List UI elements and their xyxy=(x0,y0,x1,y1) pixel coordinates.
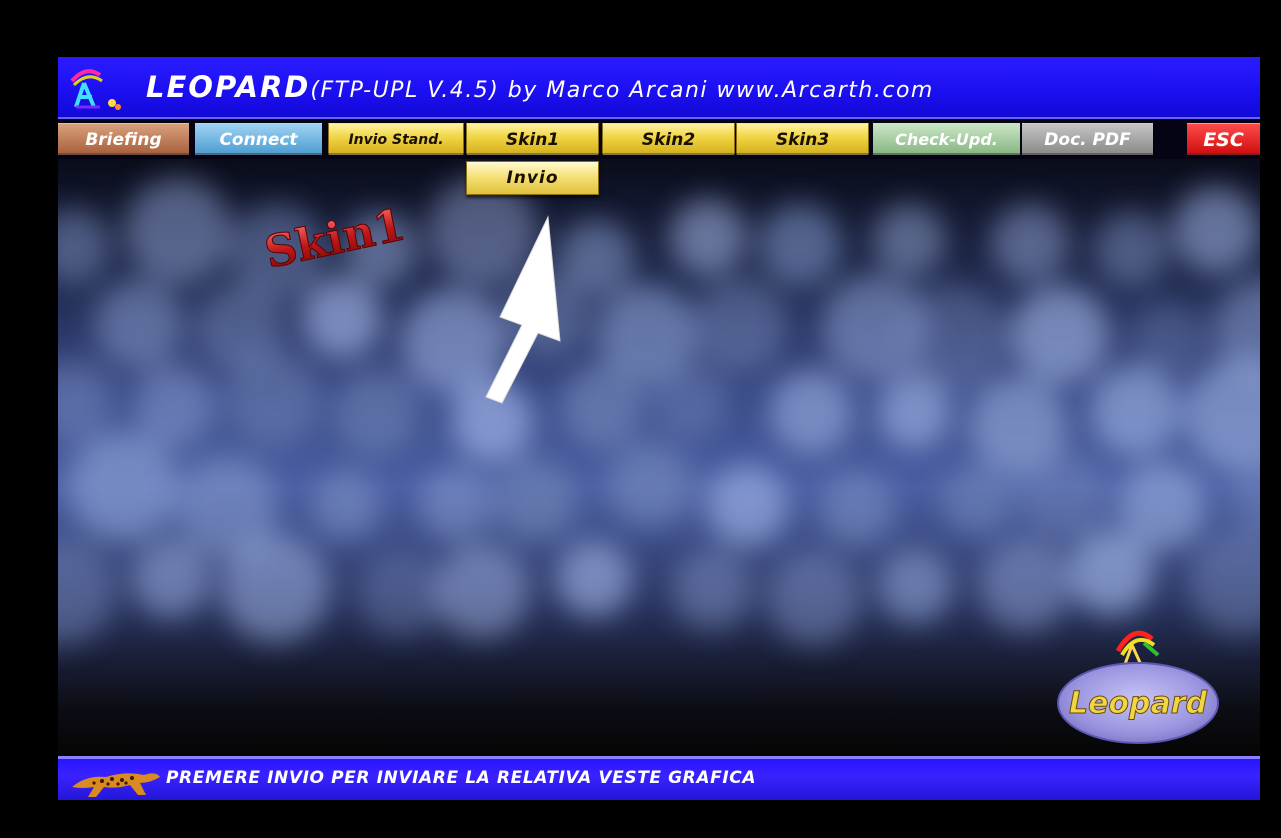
bokeh-circle xyxy=(693,278,787,372)
bokeh-circle xyxy=(1069,531,1153,615)
skin1-dropdown-invio[interactable]: Invio xyxy=(466,161,599,195)
main-canvas: Skin1 Leopard xyxy=(58,159,1260,756)
bokeh-circle xyxy=(132,540,210,618)
bokeh-circle xyxy=(225,351,321,447)
leopard-badge-logo: Leopard xyxy=(1057,630,1219,744)
bokeh-circle xyxy=(991,204,1069,282)
skin3-button[interactable]: Skin3 xyxy=(736,123,869,155)
title-bar: LEOPARD(FTP-UPL V.4.5) by Marco Arcani w… xyxy=(58,57,1260,119)
esc-button[interactable]: ESC xyxy=(1187,123,1260,155)
bokeh-circle xyxy=(556,541,632,617)
bokeh-circle xyxy=(58,538,115,644)
bokeh-circle xyxy=(418,467,492,541)
bokeh-circle xyxy=(333,370,419,456)
bokeh-circle xyxy=(560,365,644,449)
bokeh-circle xyxy=(1011,286,1109,384)
bokeh-circle xyxy=(1018,451,1108,541)
bokeh-circle xyxy=(58,209,110,283)
skin-title-label: Skin1 xyxy=(260,199,408,269)
skin1-button[interactable]: Skin1 xyxy=(466,123,599,155)
bokeh-circle xyxy=(607,442,693,528)
bokeh-circle xyxy=(769,370,853,454)
bokeh-circle xyxy=(58,361,113,441)
leopard-logo-icon xyxy=(70,69,121,110)
skin2-button[interactable]: Skin2 xyxy=(602,123,735,155)
bokeh-circle xyxy=(877,375,951,449)
bokeh-circle xyxy=(1129,301,1205,377)
running-leopard-icon xyxy=(72,773,160,797)
bokeh-circle xyxy=(311,471,381,541)
bokeh-circle xyxy=(1094,212,1168,286)
bokeh-circle xyxy=(133,365,215,447)
connect-button[interactable]: Connect xyxy=(195,123,322,155)
bokeh-circle xyxy=(706,465,788,547)
doc-pdf-button[interactable]: Doc. PDF xyxy=(1022,123,1153,155)
bokeh-circle xyxy=(759,204,841,286)
bokeh-circle xyxy=(1090,366,1180,456)
bokeh-circle xyxy=(221,534,329,642)
bokeh-circle xyxy=(435,544,529,638)
bokeh-circle xyxy=(652,363,728,439)
bokeh-circle xyxy=(358,550,444,636)
bokeh-circle xyxy=(941,465,1013,537)
status-bar: PREMERE INVIO PER INVIARE LA RELATIVA VE… xyxy=(58,756,1260,800)
status-message: PREMERE INVIO PER INVIARE LA RELATIVA VE… xyxy=(166,768,757,788)
app-name: LEOPARD xyxy=(146,70,311,104)
bokeh-circle xyxy=(819,471,895,547)
window-title: LEOPARD(FTP-UPL V.4.5) by Marco Arcani w… xyxy=(146,70,934,104)
bokeh-circle xyxy=(1173,187,1259,273)
app-subtitle: (FTP-UPL V.4.5) by Marco Arcani www.Arca… xyxy=(310,78,934,103)
bokeh-circle xyxy=(68,431,178,541)
svg-text:Leopard: Leopard xyxy=(1069,686,1208,721)
svg-text:Skin1: Skin1 xyxy=(260,199,408,269)
bokeh-circle xyxy=(672,550,752,630)
bokeh-circle xyxy=(767,551,861,645)
invio-stand-button[interactable]: Invio Stand. xyxy=(328,123,464,155)
briefing-button[interactable]: Briefing xyxy=(58,123,189,155)
bokeh-circle xyxy=(873,204,945,276)
bokeh-circle xyxy=(1184,359,1260,471)
check-update-button[interactable]: Check-Upd. xyxy=(873,123,1020,155)
menu-bar: Briefing Connect Invio Stand. Skin1 Skin… xyxy=(58,119,1260,159)
bokeh-circle xyxy=(878,549,952,623)
bokeh-circle xyxy=(95,280,183,368)
bokeh-circle xyxy=(125,178,231,284)
bokeh-circle xyxy=(495,459,577,541)
app-window: LEOPARD(FTP-UPL V.4.5) by Marco Arcani w… xyxy=(58,57,1260,802)
bokeh-circle xyxy=(670,199,746,275)
pointer-arrow-icon xyxy=(485,215,561,404)
bokeh-circle xyxy=(302,278,382,358)
